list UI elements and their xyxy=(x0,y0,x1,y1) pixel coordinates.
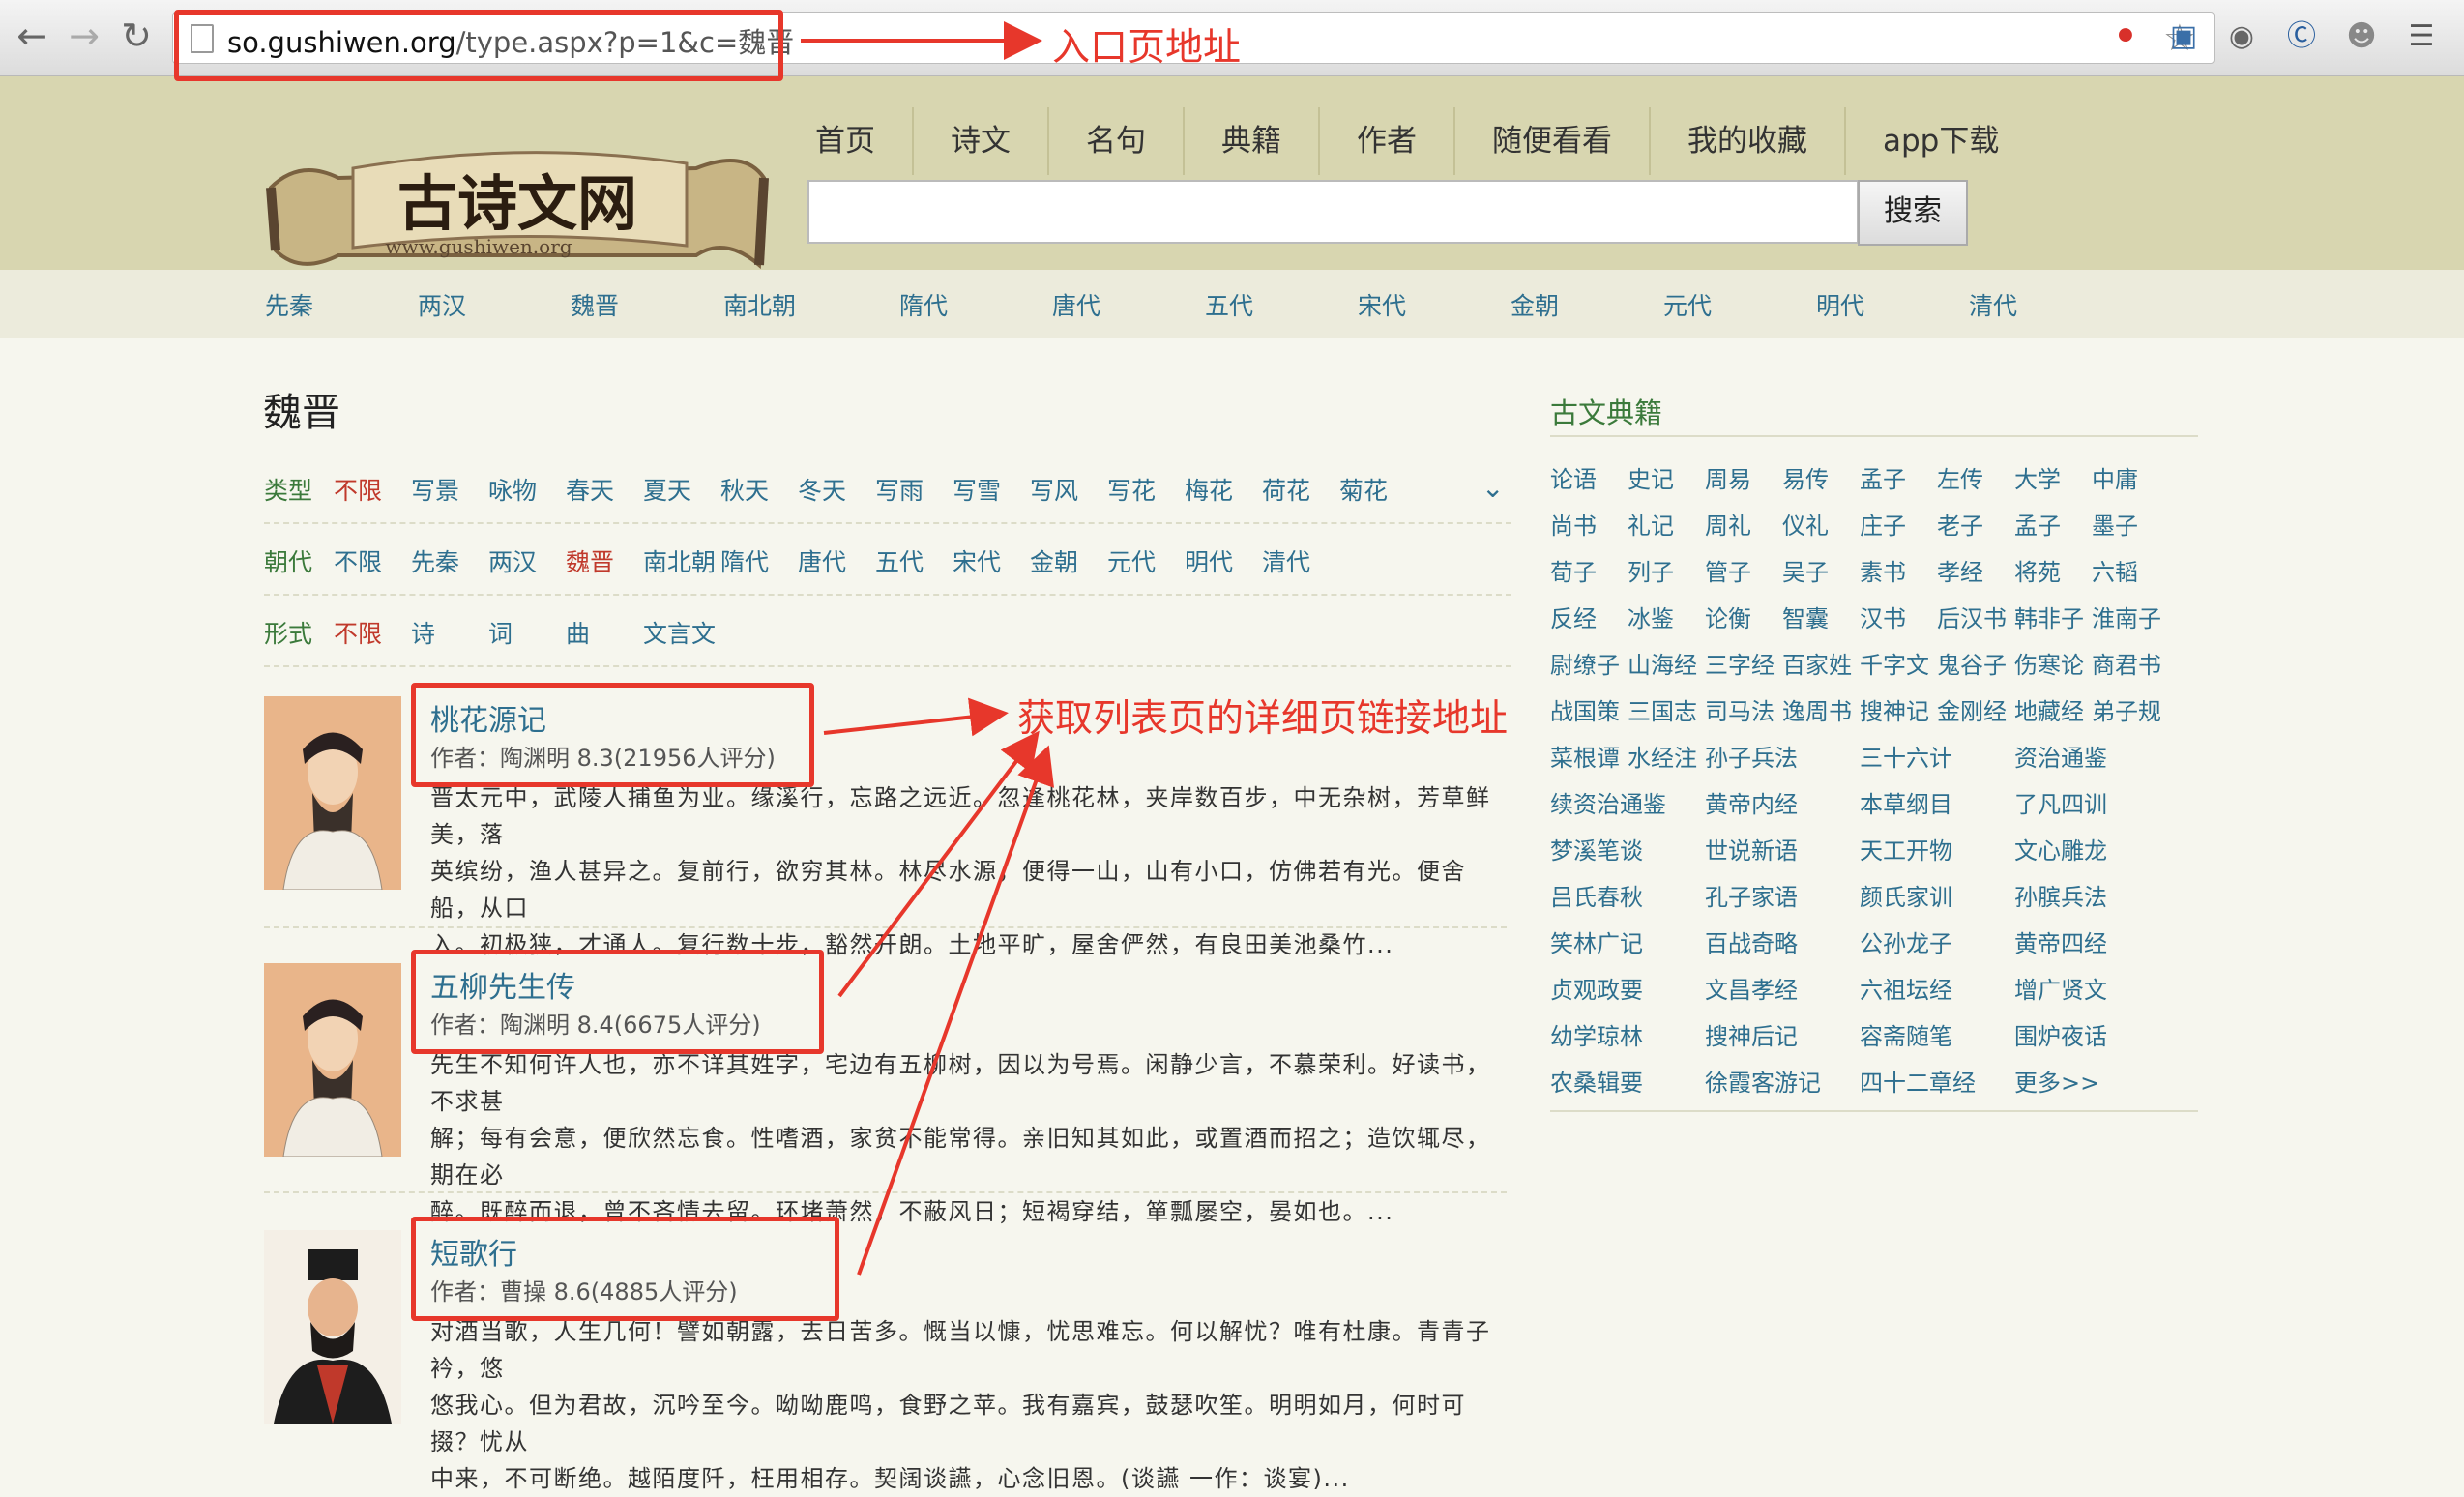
annotation-entry-label: 入口页地址 xyxy=(1052,26,1242,70)
arrow-line xyxy=(823,697,1009,737)
arrow-line xyxy=(857,745,1055,1276)
poem-line: 中来，不可断绝。越陌度阡，枉用相存。契阔谈讌，心念旧恩。(谈讌 一作：谈宴)..… xyxy=(430,1465,1350,1492)
annotation-detail-label: 获取列表页的详细页链接地址 xyxy=(1017,697,1509,741)
